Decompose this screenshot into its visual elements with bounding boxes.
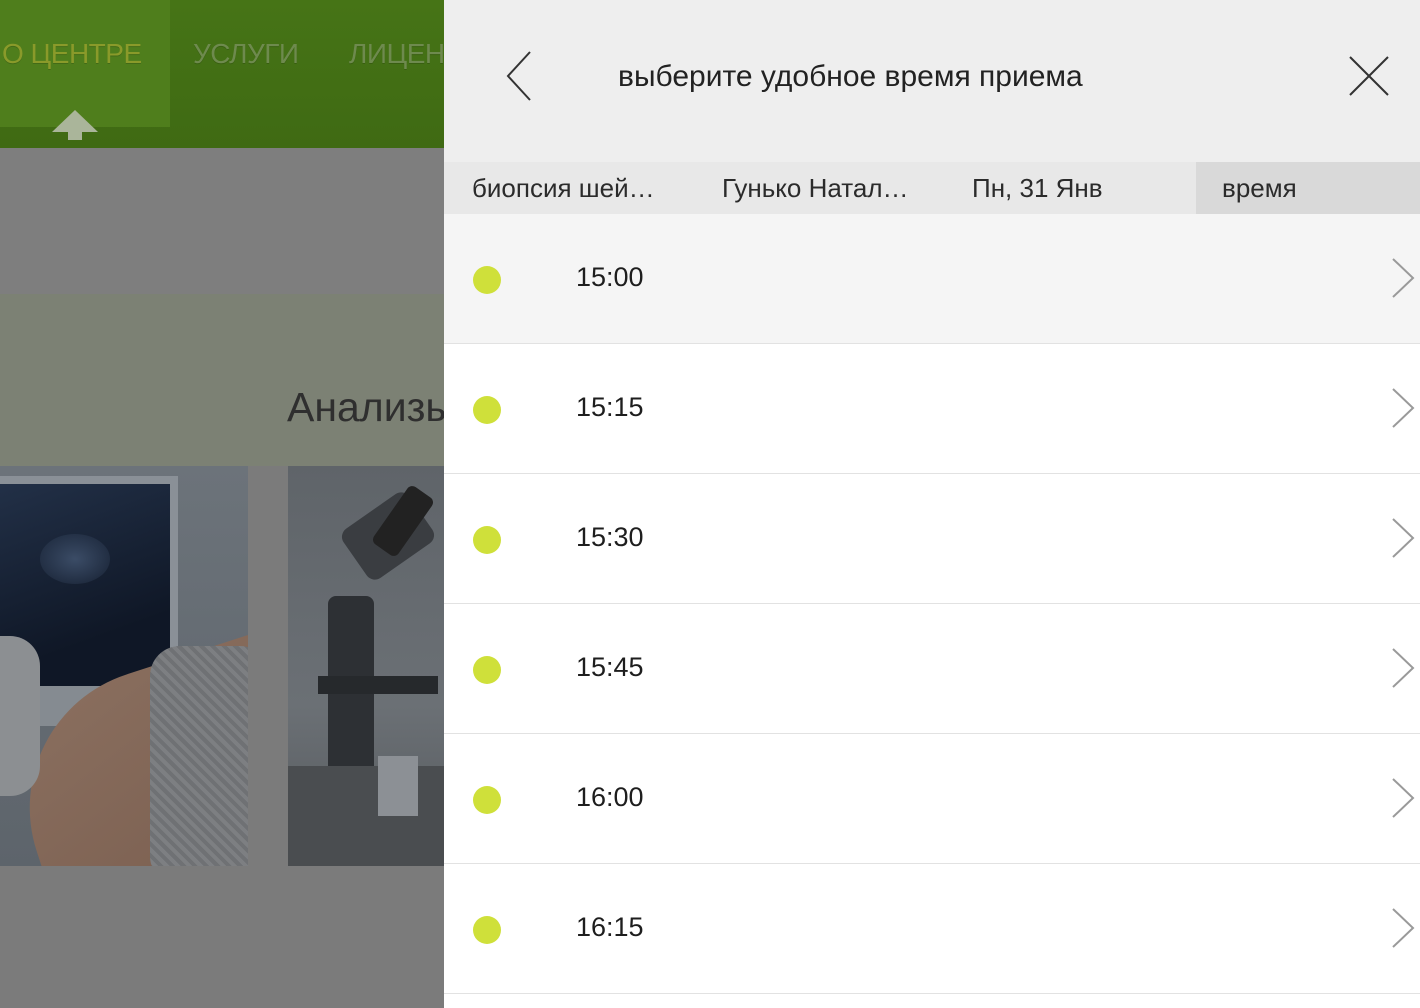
background-page: О ЦЕНТРЕ УСЛУГИ ЛИЦЕН Анализы xyxy=(0,0,444,1008)
nav-active-arrow-icon xyxy=(52,110,98,132)
nav-item-about[interactable]: О ЦЕНТРЕ xyxy=(2,38,142,70)
slot-time: 15:30 xyxy=(576,522,644,552)
chevron-left-icon xyxy=(506,51,531,101)
time-slot-row[interactable]: 15:00 xyxy=(444,214,1420,344)
close-icon xyxy=(1349,56,1389,96)
section-heading: Анализы xyxy=(287,384,444,430)
availability-dot-icon xyxy=(473,916,501,944)
lab-glassware xyxy=(378,756,418,816)
chevron-right-icon xyxy=(1392,648,1415,688)
microscope-photo xyxy=(288,466,444,866)
availability-dot-icon xyxy=(473,656,501,684)
panel-header: выберите удобное время приема xyxy=(444,0,1420,162)
ultrasound-image xyxy=(40,534,110,584)
close-button[interactable] xyxy=(1346,53,1392,99)
breadcrumb-service[interactable]: биопсия шей… xyxy=(444,162,694,214)
availability-dot-icon xyxy=(473,526,501,554)
back-button[interactable] xyxy=(502,48,542,104)
time-slot-row[interactable]: 15:45 xyxy=(444,604,1420,734)
chevron-right-icon xyxy=(1392,388,1415,428)
microscope-stage xyxy=(318,676,438,694)
panel-title: выберите удобное время приема xyxy=(618,60,1083,93)
lab-table xyxy=(288,766,444,866)
time-slot-list: 15:00 15:15 15:30 15:45 16:00 16:15 xyxy=(444,214,1420,994)
ultrasound-probe xyxy=(0,636,40,796)
nav-item-services[interactable]: УСЛУГИ xyxy=(193,38,299,70)
slot-time: 15:45 xyxy=(576,652,644,682)
time-slot-row[interactable]: 16:00 xyxy=(444,734,1420,864)
time-slot-row[interactable]: 16:15 xyxy=(444,864,1420,994)
chevron-right-icon xyxy=(1392,518,1415,558)
slot-time: 16:00 xyxy=(576,782,644,812)
slot-time: 15:00 xyxy=(576,262,644,292)
time-slot-row[interactable]: 15:15 xyxy=(444,344,1420,474)
background-spacer xyxy=(0,148,444,294)
appointment-time-panel: выберите удобное время приема биопсия ше… xyxy=(444,0,1420,1008)
chevron-right-icon xyxy=(1392,258,1415,298)
nav-item-licenses[interactable]: ЛИЦЕН xyxy=(349,38,444,70)
availability-dot-icon xyxy=(473,396,501,424)
chevron-right-icon xyxy=(1392,908,1415,948)
availability-dot-icon xyxy=(473,266,501,294)
breadcrumb-date[interactable]: Пн, 31 Янв xyxy=(944,162,1196,214)
slot-time: 16:15 xyxy=(576,912,644,942)
background-nav-bar: О ЦЕНТРЕ УСЛУГИ ЛИЦЕН xyxy=(0,0,444,148)
ultrasound-photo xyxy=(0,466,248,866)
availability-dot-icon xyxy=(473,786,501,814)
breadcrumb-time[interactable]: время xyxy=(1196,162,1420,214)
time-slot-row[interactable]: 15:30 xyxy=(444,474,1420,604)
slot-time: 15:15 xyxy=(576,392,644,422)
chevron-right-icon xyxy=(1392,778,1415,818)
breadcrumb: биопсия шей… Гунько Натал… Пн, 31 Янв вр… xyxy=(444,162,1420,214)
background-section-band xyxy=(0,294,444,466)
patient-clothing xyxy=(150,646,248,866)
nav-active-arrow-stem xyxy=(68,132,82,140)
breadcrumb-doctor[interactable]: Гунько Натал… xyxy=(694,162,944,214)
